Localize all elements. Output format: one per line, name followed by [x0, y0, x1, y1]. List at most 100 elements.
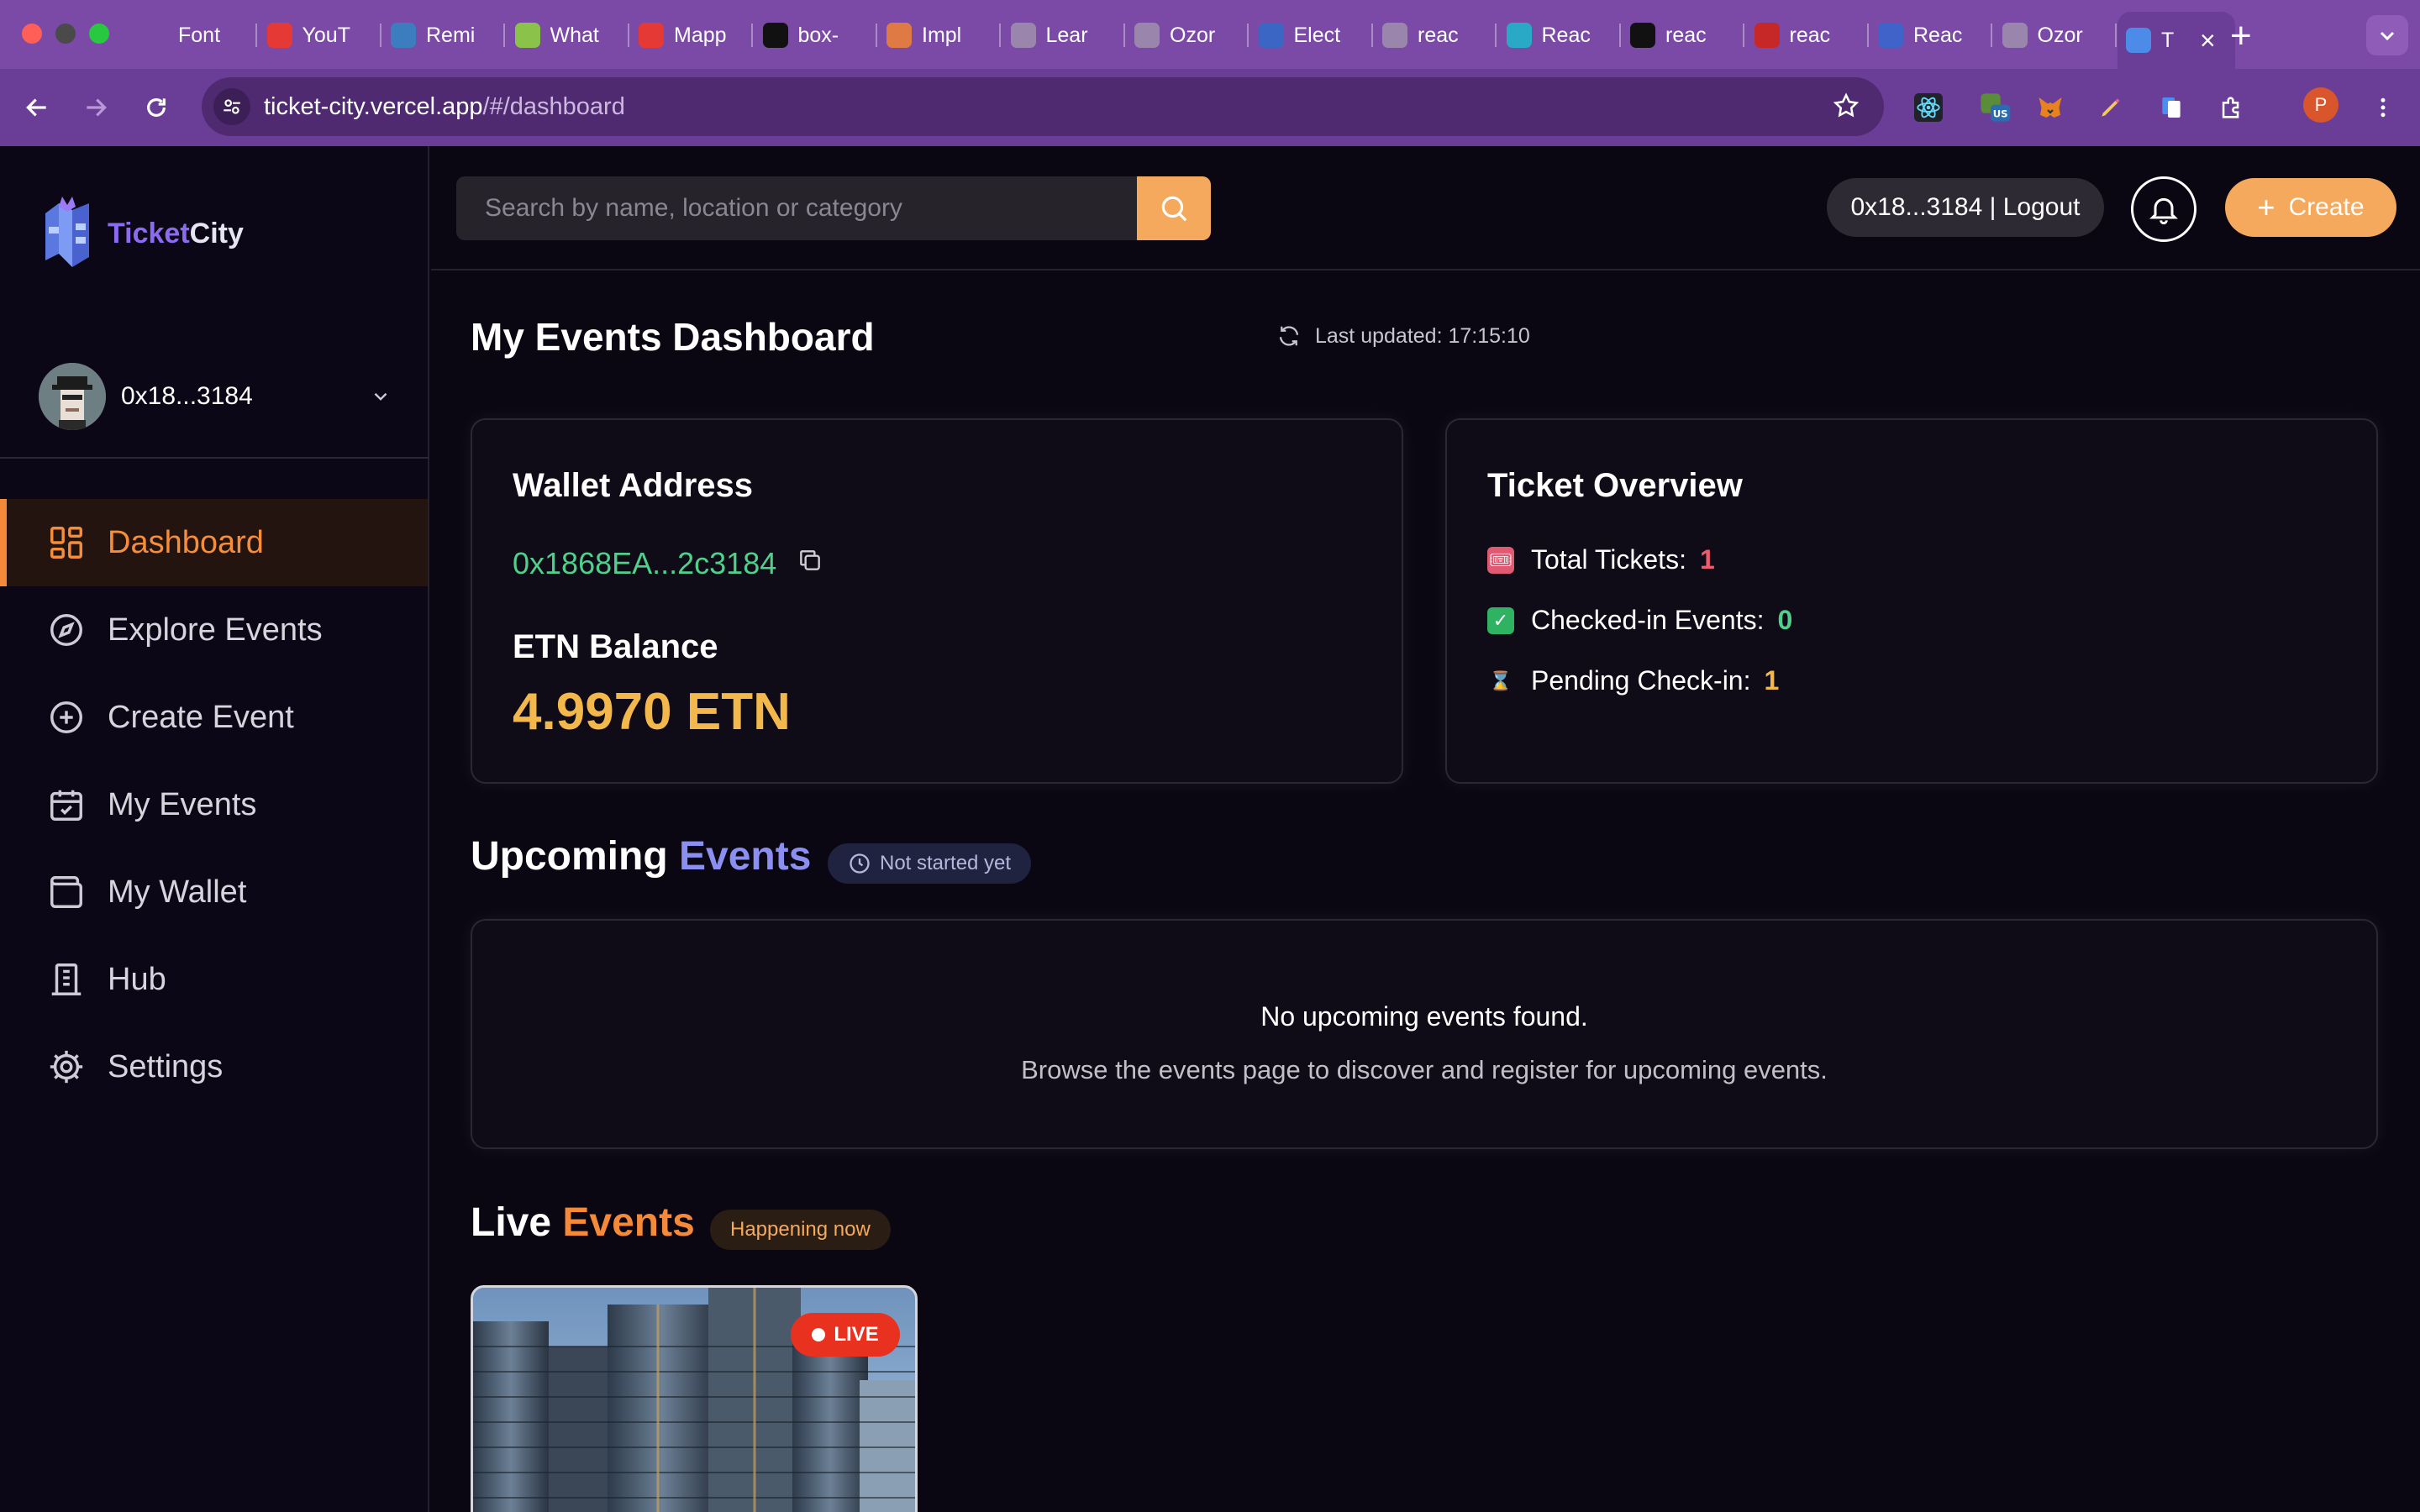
tab-title: reac [1665, 23, 1707, 47]
search-input[interactable] [456, 176, 1137, 240]
bell-icon [2149, 197, 2178, 225]
tab-separator [1370, 24, 1373, 47]
browser-tab[interactable]: Ozor [1994, 12, 2117, 59]
browser-tab[interactable]: Font [134, 12, 257, 59]
last-updated-text: Last updated: 17:15:10 [1315, 323, 1530, 348]
kebab-menu-icon [2381, 97, 2386, 118]
upcoming-events-empty-state: No upcoming events found. Browse the eve… [471, 919, 2378, 1149]
browser-tab[interactable]: Lear [1002, 12, 1125, 59]
page-title: My Events Dashboard [471, 315, 875, 359]
extensions-button[interactable] [2212, 87, 2252, 128]
browser-tab[interactable]: Reac [1870, 12, 1992, 59]
m-logo-icon [762, 23, 788, 48]
sidebar-item-create-event[interactable]: Create Event [0, 674, 428, 761]
globe-icon [1878, 23, 1903, 48]
browser-tab[interactable]: Impl [878, 12, 1001, 59]
browser-tab[interactable]: reac [1746, 12, 1869, 59]
ticket-stat-label: Total Tickets: [1531, 544, 1686, 575]
hourglass-icon: ⌛ [1489, 669, 1512, 691]
clock-icon [850, 853, 870, 874]
chrome-menu-button[interactable] [2363, 87, 2403, 128]
browser-tab[interactable]: reac [1374, 12, 1497, 59]
notifications-button[interactable] [2131, 176, 2196, 242]
document-stack-icon [2162, 97, 2181, 118]
minimize-window-button[interactable] [55, 24, 76, 44]
browser-tab[interactable]: Elect [1250, 12, 1373, 59]
wallet-card: Wallet Address 0x1868EA...2c3184 ETN Bal… [471, 418, 1403, 784]
chevron-down-icon [2380, 31, 2395, 41]
maximize-window-button[interactable] [89, 24, 109, 44]
tab-title: YouT [302, 23, 350, 47]
tab-title: Reac [1913, 23, 1963, 47]
tab-title: T [2161, 28, 2175, 52]
color-picker-extension[interactable] [2091, 87, 2131, 128]
copy-address-button[interactable] [797, 546, 823, 581]
tab-search-button[interactable] [2366, 15, 2408, 55]
sidebar-item-my-wallet[interactable]: My Wallet [0, 848, 428, 936]
avatar [39, 363, 106, 430]
back-button[interactable] [17, 87, 57, 128]
vpn-extension[interactable]: US [1975, 87, 2015, 128]
reload-button[interactable] [136, 87, 176, 128]
brand-logo[interactable]: TicketCity [39, 193, 244, 274]
react-devtools-extension[interactable] [1908, 87, 1949, 128]
globe-icon [1010, 23, 1036, 48]
new-tab-button[interactable]: + [2230, 15, 2252, 57]
site-info-button[interactable] [213, 88, 250, 125]
browser-tab[interactable]: Ozor [1126, 12, 1249, 59]
last-updated[interactable]: Last updated: 17:15:10 [1276, 323, 1530, 349]
sidebar-item-hub[interactable]: Hub [0, 936, 428, 1023]
browser-tab[interactable]: What [507, 12, 629, 59]
sparkle-icon [886, 23, 912, 48]
tab-title: Reac [1541, 23, 1591, 47]
browser-tab[interactable]: T × [2118, 12, 2235, 69]
search-button[interactable] [1137, 176, 1211, 240]
tab-separator [999, 24, 1001, 47]
live-event-card[interactable]: LIVE [471, 1285, 918, 1512]
profile-avatar-button[interactable]: P [2303, 87, 2338, 123]
puzzle-icon [2222, 97, 2239, 118]
browser-tab[interactable]: YouT [259, 12, 381, 59]
wallet-icon [47, 873, 86, 911]
document-extension[interactable] [2151, 87, 2191, 128]
bookmark-star-button[interactable] [1832, 92, 1860, 124]
reload-icon [147, 98, 166, 117]
create-button[interactable]: + Create [2225, 178, 2396, 237]
check-icon: ✓ [1487, 606, 1514, 634]
ticket-stat-value: 1 [1699, 544, 1715, 575]
forward-button[interactable] [76, 87, 116, 128]
youtube-icon [639, 23, 664, 48]
metamask-extension[interactable] [2030, 87, 2070, 128]
live-dot-icon [812, 1328, 826, 1341]
refresh-icon [1279, 326, 1299, 346]
tab-separator [1495, 24, 1497, 47]
sidebar-item-explore-events[interactable]: Explore Events [0, 586, 428, 674]
close-tab-button[interactable]: × [2200, 27, 2216, 54]
wallet-address-text: 0x1868EA...2c3184 [513, 546, 777, 580]
ticketcity-icon [2126, 28, 2151, 53]
close-window-button[interactable] [22, 24, 42, 44]
react-icon [1506, 23, 1532, 48]
tune-icon [224, 99, 240, 114]
live-badge: LIVE [791, 1313, 900, 1357]
balance-title: ETN Balance [513, 628, 718, 665]
account-switcher[interactable]: 0x18...3184 [39, 363, 392, 430]
sidebar-item-my-events[interactable]: My Events [0, 761, 428, 848]
sidebar-item-dashboard[interactable]: Dashboard [0, 499, 428, 586]
sidebar-item-settings[interactable]: Settings [0, 1023, 428, 1110]
tab-title: Mapp [674, 23, 727, 47]
sidebar: TicketCity 0x18...3184 Dashboard Explore … [0, 146, 429, 1512]
tab-title: Ozor [1170, 23, 1216, 47]
browser-tab[interactable]: Remi [382, 12, 505, 59]
ring-icon [514, 23, 540, 48]
star-icon [1833, 92, 1860, 118]
browser-tab[interactable]: reac [1622, 12, 1744, 59]
remix-icon [391, 23, 416, 48]
svg-text:US: US [1993, 108, 2008, 120]
tab-title: Impl [922, 23, 962, 47]
browser-tab[interactable]: Reac [1498, 12, 1621, 59]
browser-tab[interactable]: Mapp [630, 12, 753, 59]
wallet-logout-button[interactable]: 0x18...3184 | Logout [1827, 178, 2104, 237]
address-bar[interactable]: ticket-city.vercel.app/#/dashboard [202, 77, 1884, 136]
browser-tab[interactable]: box- [755, 12, 877, 59]
